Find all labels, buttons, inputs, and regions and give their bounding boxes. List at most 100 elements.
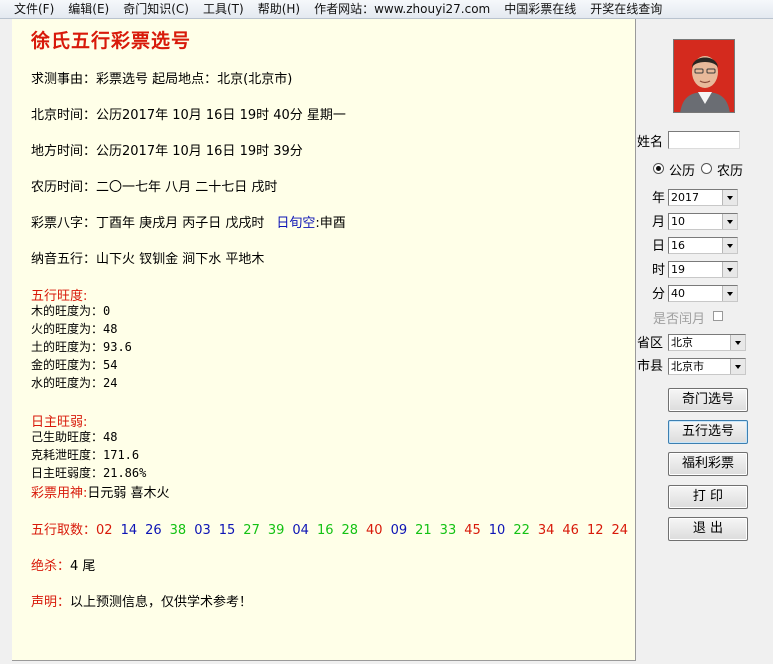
lottery-number: 27 bbox=[243, 523, 260, 538]
province-label: 省区 bbox=[637, 336, 664, 351]
menu-file[interactable]: 文件(F) bbox=[0, 0, 61, 18]
lottery-number: 40 bbox=[366, 523, 383, 538]
city-value: 北京市 bbox=[671, 360, 704, 373]
lottery-number: 15 bbox=[218, 523, 236, 538]
menu-draw-results[interactable]: 开奖在线查询 bbox=[583, 0, 669, 18]
minute-select[interactable]: 40 bbox=[668, 285, 738, 302]
wuxing-select-button[interactable]: 五行选号 bbox=[668, 420, 748, 444]
chevron-down-icon[interactable] bbox=[730, 359, 745, 374]
hour-select[interactable]: 19 bbox=[668, 261, 738, 278]
welfare-lottery-button[interactable]: 福利彩票 bbox=[668, 452, 748, 476]
portrait-icon bbox=[674, 40, 734, 112]
yongshen-label: 彩票用神: bbox=[31, 486, 88, 501]
city-select[interactable]: 北京市 bbox=[668, 358, 746, 375]
name-field[interactable] bbox=[668, 131, 740, 149]
leap-month-label: 是否闰月 bbox=[653, 312, 706, 327]
lottery-number: 22 bbox=[513, 523, 530, 538]
report-panel: 徐氏五行彩票选号 求测事由：彩票选号 起局地点：北京(北京市) 北京时间：公历2… bbox=[12, 19, 636, 661]
jueza-line: 绝杀：4 尾 bbox=[31, 555, 95, 574]
chevron-down-icon[interactable] bbox=[722, 214, 737, 229]
numbers-line: 五行取数：02 14 26 38 03 15 27 39 04 16 28 40 09 21 33 45 10 2… bbox=[31, 519, 635, 538]
jueza-value: 4 尾 bbox=[70, 559, 96, 574]
statement-label: 声明： bbox=[31, 595, 71, 610]
wuxing-wood: 木的旺度为：0 bbox=[31, 304, 111, 318]
local-time-line: 地方时间：公历2017年 10月 16日 19时 39分 bbox=[31, 144, 303, 159]
month-select[interactable]: 10 bbox=[668, 213, 738, 230]
chevron-down-icon[interactable] bbox=[722, 286, 737, 301]
lunar-radio[interactable] bbox=[701, 163, 712, 174]
year-value: 2017 bbox=[671, 191, 699, 204]
chevron-down-icon[interactable] bbox=[722, 190, 737, 205]
solar-label: 公历 bbox=[669, 164, 696, 179]
menu-tools[interactable]: 工具(T) bbox=[196, 0, 251, 18]
kongwang-label: 日旬空 bbox=[276, 216, 316, 231]
rizhu-help: 己生助旺度：48 bbox=[31, 430, 118, 444]
leap-month-checkbox[interactable] bbox=[713, 311, 723, 321]
year-select[interactable]: 2017 bbox=[668, 189, 738, 206]
qimen-select-button[interactable]: 奇门选号 bbox=[668, 388, 748, 412]
statement-value: 以上预测信息，仅供学术参考！ bbox=[70, 595, 253, 610]
lunar-time-line: 农历时间：二〇一七年 八月 二十七日 戌时 bbox=[31, 180, 278, 195]
day-value: 16 bbox=[671, 239, 685, 252]
control-panel: 姓名 公历 农历 年 2017 月 10 日 16 时 19 分 40 是否闰月… bbox=[637, 19, 773, 664]
day-label: 日 bbox=[652, 239, 666, 254]
solar-radio[interactable] bbox=[653, 163, 664, 174]
month-label: 月 bbox=[652, 215, 666, 230]
bazi-text: 彩票八字：丁酉年 庚戌月 丙子日 戊戌时 bbox=[31, 216, 265, 231]
exit-button[interactable]: 退 出 bbox=[668, 517, 748, 541]
menu-help[interactable]: 帮助(H) bbox=[251, 0, 307, 18]
portrait-photo bbox=[673, 39, 735, 113]
matter-line: 求测事由：彩票选号 起局地点：北京(北京市) bbox=[31, 72, 293, 87]
month-value: 10 bbox=[671, 215, 685, 228]
report-title: 徐氏五行彩票选号 bbox=[31, 30, 192, 52]
numbers-label: 五行取数： bbox=[31, 523, 97, 538]
minute-label: 分 bbox=[652, 287, 666, 302]
menu-author-site[interactable]: 作者网站：www.zhouyi27.com bbox=[307, 0, 497, 18]
lottery-number: 16 bbox=[316, 523, 334, 538]
menu-qimen-knowledge[interactable]: 奇门知识(C) bbox=[116, 0, 196, 18]
wuxing-earth: 土的旺度为：93.6 bbox=[31, 340, 132, 354]
year-label: 年 bbox=[652, 191, 666, 206]
lottery-number: 39 bbox=[267, 523, 285, 538]
menu-edit[interactable]: 编辑(E) bbox=[61, 0, 116, 18]
lottery-number: 21 bbox=[415, 523, 432, 538]
lottery-number: 24 bbox=[611, 523, 629, 538]
province-select[interactable]: 北京 bbox=[668, 334, 746, 351]
lottery-number: 33 bbox=[439, 523, 457, 538]
city-label: 市县 bbox=[637, 359, 664, 374]
rizhu-drain: 克耗泄旺度：171.6 bbox=[31, 448, 140, 462]
beijing-time-line: 北京时间：公历2017年 10月 16日 19时 40分 星期一 bbox=[31, 108, 346, 123]
hour-label: 时 bbox=[652, 263, 666, 278]
lottery-number: 45 bbox=[464, 523, 481, 538]
menu-china-lottery-online[interactable]: 中国彩票在线 bbox=[497, 0, 583, 18]
statement-line: 声明：以上预测信息，仅供学术参考！ bbox=[31, 591, 252, 610]
lottery-number: 10 bbox=[488, 523, 506, 538]
kongwang-value: :申酉 bbox=[315, 216, 346, 231]
wuxing-metal: 金的旺度为：54 bbox=[31, 358, 118, 372]
lottery-number: 14 bbox=[120, 523, 138, 538]
window-left-frame bbox=[0, 19, 12, 664]
yongshen-line: 彩票用神:日元弱 喜木火 bbox=[31, 482, 170, 501]
lottery-number: 03 bbox=[194, 523, 211, 538]
chevron-down-icon[interactable] bbox=[722, 238, 737, 253]
nayin-line: 纳音五行：山下火 钗钏金 涧下水 平地木 bbox=[31, 252, 265, 267]
province-value: 北京 bbox=[671, 336, 693, 349]
chevron-down-icon[interactable] bbox=[730, 335, 745, 350]
lunar-label: 农历 bbox=[717, 164, 744, 179]
lottery-number: 28 bbox=[341, 523, 359, 538]
minute-value: 40 bbox=[671, 287, 685, 300]
lottery-number: 09 bbox=[390, 523, 408, 538]
chevron-down-icon[interactable] bbox=[722, 262, 737, 277]
day-select[interactable]: 16 bbox=[668, 237, 738, 254]
lottery-number: 26 bbox=[145, 523, 162, 538]
rizhu-strength: 日主旺弱度：21.86% bbox=[31, 466, 147, 480]
menu-bar: 文件(F) 编辑(E) 奇门知识(C) 工具(T) 帮助(H) 作者网站：www… bbox=[0, 0, 773, 19]
lottery-number: 38 bbox=[169, 523, 187, 538]
print-button[interactable]: 打 印 bbox=[668, 485, 748, 509]
jueza-label: 绝杀： bbox=[31, 559, 71, 574]
lottery-number: 34 bbox=[537, 523, 555, 538]
lottery-number: 46 bbox=[562, 523, 579, 538]
wuxing-water: 水的旺度为：24 bbox=[31, 376, 118, 390]
yongshen-value: 日元弱 喜木火 bbox=[87, 486, 170, 501]
lottery-number: 12 bbox=[586, 523, 604, 538]
